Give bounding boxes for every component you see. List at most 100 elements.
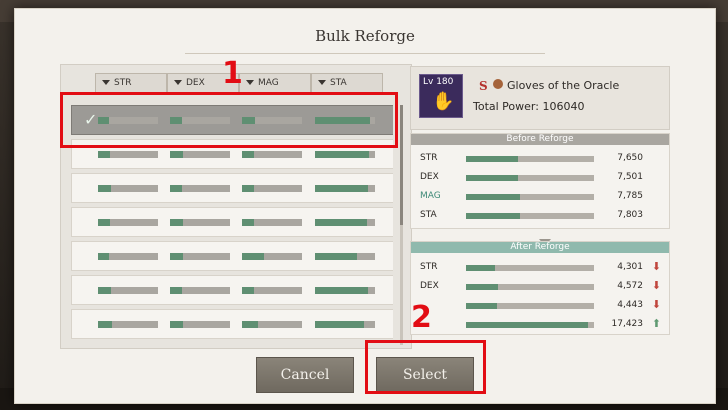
stat-value: 7,803 [617, 210, 643, 220]
callout-box-2 [365, 340, 486, 394]
stat-bar [98, 151, 158, 158]
stat-bar-fill [242, 151, 254, 158]
title-divider [185, 53, 545, 54]
stat-label: STA [420, 210, 437, 220]
stat-bar [242, 151, 302, 158]
stat-bar [466, 156, 594, 162]
stat-bar [242, 185, 302, 192]
stat-bar [170, 151, 230, 158]
stat-bar [98, 321, 158, 328]
reforge-option-row[interactable] [71, 173, 393, 203]
filter-label: STR [114, 78, 132, 88]
reforge-option-row[interactable] [71, 309, 393, 339]
callout-box-1 [60, 92, 398, 148]
stat-bar [466, 175, 594, 181]
stat-bar-fill [98, 321, 112, 328]
stat-value: 7,650 [617, 153, 643, 163]
dialog-title: Bulk Reforge [315, 27, 415, 45]
stat-bar [466, 303, 594, 309]
filter-label: MAG [258, 78, 279, 88]
stat-bar [170, 253, 230, 260]
chevron-down-icon [174, 80, 182, 85]
stat-row: MAG 7,785 [411, 188, 669, 206]
before-reforge-section: Before Reforge STR 7,650 DEX 7,501 MAG 7,785 S… [410, 133, 670, 229]
stat-bar [242, 219, 302, 226]
stat-bar-fill [466, 284, 498, 290]
stat-bar [242, 287, 302, 294]
after-reforge-heading: After Reforge [411, 242, 669, 253]
stat-bar-fill [242, 321, 258, 328]
arrow-down-icon: ⬇ [651, 260, 661, 273]
stat-row: DEX 4,572 ⬇ [411, 278, 669, 296]
item-rank: S [479, 79, 488, 93]
callout-number-2: 2 [411, 300, 432, 335]
filter-mag[interactable]: MAG [239, 73, 311, 93]
stat-bar-fill [170, 219, 183, 226]
stat-bar [98, 219, 158, 226]
stat-bar [466, 284, 594, 290]
stat-bar [466, 322, 594, 328]
stat-label: STR [420, 262, 438, 272]
item-name: Gloves of the Oracle [507, 79, 620, 92]
stat-bar [466, 265, 594, 271]
stat-bar [315, 253, 375, 260]
stat-label: DEX [420, 172, 439, 182]
stat-bar-fill [242, 253, 264, 260]
stat-bar-fill [170, 253, 183, 260]
stat-row: STR 4,301 ⬇ [411, 259, 669, 277]
before-reforge-heading: Before Reforge [411, 134, 669, 145]
arrow-down-icon: ⬇ [651, 279, 661, 292]
filter-sta[interactable]: STA [311, 73, 383, 93]
reforge-option-row[interactable] [71, 275, 393, 305]
stat-bar [242, 253, 302, 260]
stat-bar-fill [98, 219, 110, 226]
stat-bar [315, 219, 375, 226]
stat-row: DEX 7,501 [411, 169, 669, 187]
stat-bar [315, 287, 375, 294]
stat-bar-fill [466, 156, 518, 162]
stat-bar [98, 253, 158, 260]
stat-label: DEX [420, 281, 439, 291]
reforge-option-row[interactable] [71, 207, 393, 237]
stat-bar-fill [242, 185, 254, 192]
stat-value: 7,501 [617, 172, 643, 182]
stat-bar-fill [98, 287, 111, 294]
after-reforge-section: After Reforge STR 4,301 ⬇ DEX 4,572 ⬇ 4,443 ⬇ 17… [410, 241, 670, 335]
stat-bar [466, 194, 594, 200]
stat-bar-fill [242, 219, 254, 226]
filter-str[interactable]: STR [95, 73, 167, 93]
stat-bar-fill [315, 253, 357, 260]
stat-bar-fill [466, 213, 520, 219]
stat-bar-fill [170, 287, 182, 294]
stat-bar-fill [315, 287, 368, 294]
chevron-down-icon [102, 80, 110, 85]
filter-label: STA [330, 78, 347, 88]
cancel-button[interactable]: Cancel [256, 357, 354, 393]
stat-bar-fill [466, 322, 588, 328]
stat-bar [315, 185, 375, 192]
medal-icon [493, 79, 503, 89]
stat-bar [466, 213, 594, 219]
stat-row: STR 7,650 [411, 150, 669, 168]
stat-bar [170, 185, 230, 192]
stat-bar-fill [315, 219, 367, 226]
stat-bar [315, 321, 375, 328]
chevron-down-icon [318, 80, 326, 85]
item-level: Lv 180 [423, 77, 454, 87]
stat-bar-fill [315, 151, 369, 158]
arrow-up-icon: ⬆ [651, 317, 661, 330]
list-scrollbar-thumb[interactable] [400, 105, 403, 225]
stat-bar-fill [242, 287, 254, 294]
stat-bar-fill [466, 265, 495, 271]
item-summary: Lv 180 ✋ S Gloves of the Oracle Total Po… [410, 66, 670, 130]
stat-bar [98, 287, 158, 294]
stat-bar-fill [170, 151, 183, 158]
stat-bar-fill [466, 194, 520, 200]
stat-bar-fill [315, 185, 368, 192]
stat-value: 4,301 [617, 262, 643, 272]
stat-bar [315, 151, 375, 158]
stat-value: 4,572 [617, 281, 643, 291]
stat-bar [98, 185, 158, 192]
arrow-down-icon: ⬇ [651, 298, 661, 311]
reforge-option-row[interactable] [71, 241, 393, 271]
